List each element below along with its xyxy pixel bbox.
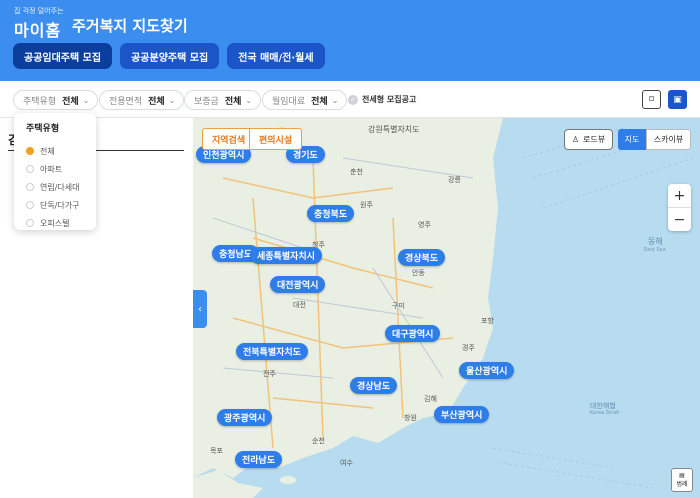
option-label: 연립/다세대	[40, 182, 80, 192]
tab-public-sale[interactable]: 공공분양주택 모집	[120, 43, 220, 69]
map-label-place: 김해	[424, 395, 437, 403]
map-label-place: 창원	[404, 414, 417, 422]
option-label: 단독/다가구	[40, 200, 80, 210]
filter-value: 전체	[311, 96, 328, 107]
collapse-panel-button[interactable]: ‹	[193, 290, 207, 328]
region-label-daegu[interactable]: 대구광역시	[385, 325, 441, 342]
folder-icon: ▣	[673, 94, 682, 105]
radio-icon	[26, 219, 34, 227]
filter-label: 주택유형	[23, 96, 57, 107]
map-label-place: 원주	[360, 201, 373, 209]
zoom-in-button[interactable]: +	[668, 184, 691, 207]
dropdown-title: 주택유형	[26, 124, 60, 134]
map-view[interactable]	[193, 118, 700, 498]
filter-value: 전체	[62, 96, 79, 107]
logo-name: 마이홈	[14, 21, 62, 40]
bookmark-button[interactable]: ⌑	[642, 90, 661, 109]
map-type-skyview[interactable]: 스카이뷰	[646, 129, 691, 150]
filter-monthly-rent[interactable]: 월임대료 전체 ⌄	[262, 90, 348, 110]
radio-icon	[26, 165, 34, 173]
filter-label: 전용면적	[109, 96, 143, 107]
region-label-gyeongbuk[interactable]: 경상북도	[398, 249, 446, 266]
map-label-east-sea-en: East Sea	[644, 247, 666, 253]
filter-housing-type[interactable]: 주택유형 전체 ⌄	[13, 90, 99, 110]
dropdown-option-all[interactable]: 전체	[26, 142, 96, 160]
option-label: 오피스텔	[40, 218, 70, 228]
region-label-jeonbuk[interactable]: 전북특별자치도	[236, 343, 308, 360]
filter-label: 보증금	[194, 96, 219, 107]
map-label-east-sea: 동해	[648, 237, 663, 246]
chevron-down-icon: ⌄	[168, 95, 176, 105]
radio-selected-icon	[26, 147, 34, 155]
zoom-out-button[interactable]: −	[668, 208, 691, 231]
option-label: 전체	[40, 146, 55, 156]
map-background	[193, 118, 700, 498]
dropdown-option-villa[interactable]: 연립/다세대	[26, 178, 96, 196]
dropdown-option-officetel[interactable]: 오피스텔	[26, 214, 96, 232]
map-label-place: 포항	[481, 317, 494, 325]
region-label-busan[interactable]: 부산광역시	[434, 406, 490, 423]
check-icon: ✓	[348, 94, 358, 105]
region-label-sejong[interactable]: 세종특별자치시	[250, 247, 322, 264]
housing-type-dropdown: 주택유형 전체 아파트 연립/다세대 단독/다가구 오피스텔	[14, 113, 96, 230]
chevron-down-icon: ⌄	[245, 95, 253, 105]
filter-value: 전체	[224, 96, 242, 107]
map-label-place: 목포	[210, 447, 223, 455]
person-icon: ♙	[571, 135, 580, 144]
region-label-gyeongnam[interactable]: 경상남도	[350, 377, 398, 394]
map-label-place: 경주	[462, 344, 475, 352]
region-label-daejeon[interactable]: 대전광역시	[270, 276, 326, 293]
logo-tagline: 집 걱정 덜어주는	[14, 7, 64, 15]
zoom-control: + −	[668, 184, 691, 231]
jeonse-checkbox[interactable]: ✓ 전세형 모집공고	[348, 94, 416, 105]
map-label-korea-strait-en: Korea Strait	[590, 410, 620, 416]
map-label-place: 춘천	[350, 168, 363, 176]
header: 집 걱정 덜어주는 마이홈 주거복지 지도찾기 공공임대주택 모집 공공분양주택…	[0, 0, 700, 81]
map-label-place: 순천	[312, 437, 325, 445]
filter-value: 전체	[148, 96, 165, 107]
map-label-place: 대전	[293, 301, 306, 309]
dropdown-option-apartment[interactable]: 아파트	[26, 160, 96, 178]
main-tabs: 공공임대주택 모집 공공분양주택 모집 전국 매매/전·월세	[13, 43, 325, 69]
logo[interactable]: 집 걱정 덜어주는 마이홈	[14, 6, 64, 41]
legend-label: 범례	[676, 481, 688, 488]
roadview-button[interactable]: ♙ 로드뷰	[564, 129, 613, 150]
bookmark-icon: ⌑	[649, 94, 654, 105]
region-label-chungbuk[interactable]: 충청북도	[307, 205, 355, 222]
chevron-down-icon: ⌄	[82, 95, 90, 105]
option-label: 아파트	[40, 164, 63, 174]
chevron-left-icon: ‹	[198, 303, 202, 315]
map-label-place: 강릉	[448, 176, 461, 184]
chevron-down-icon: ⌄	[331, 95, 339, 105]
legend-button[interactable]: ▤ 범례	[671, 468, 693, 492]
map-label-place: 전주	[263, 370, 276, 378]
map-label-place: 영주	[418, 221, 431, 229]
region-label-ulsan[interactable]: 울산광역시	[459, 362, 515, 379]
map-label-place: 안동	[412, 269, 425, 277]
map-type-toggle: 지도 스카이뷰	[618, 129, 691, 150]
map-tab-facilities[interactable]: 편의시설	[249, 128, 303, 150]
radio-icon	[26, 183, 34, 191]
map-label-place: 여수	[340, 459, 353, 467]
radio-icon	[26, 201, 34, 209]
map-label-place: 구미	[392, 302, 405, 310]
filter-label: 월임대료	[272, 96, 306, 107]
map-tab-region-search[interactable]: 지역검색	[202, 128, 256, 150]
roadview-label: 로드뷰	[583, 135, 606, 144]
map-label-gangwon: 강원특별자치도	[368, 125, 420, 134]
tab-nationwide-trade[interactable]: 전국 매매/전·월세	[227, 43, 325, 69]
region-label-jeonnam[interactable]: 전라남도	[235, 451, 283, 468]
region-label-gwangju[interactable]: 광주광역시	[217, 409, 273, 426]
map-type-map[interactable]: 지도	[618, 129, 646, 150]
filter-area[interactable]: 전용면적 전체 ⌄	[99, 90, 185, 110]
filter-deposit[interactable]: 보증금 전체 ⌄	[184, 90, 262, 110]
jeonse-checkbox-label: 전세형 모집공고	[362, 95, 417, 104]
tab-public-rental[interactable]: 공공임대주택 모집	[13, 43, 113, 69]
page-title: 주거복지 지도찾기	[72, 17, 188, 35]
dropdown-option-house[interactable]: 단독/다가구	[26, 196, 96, 214]
save-button[interactable]: ▣	[668, 90, 687, 109]
legend-icon: ▤	[679, 472, 685, 479]
